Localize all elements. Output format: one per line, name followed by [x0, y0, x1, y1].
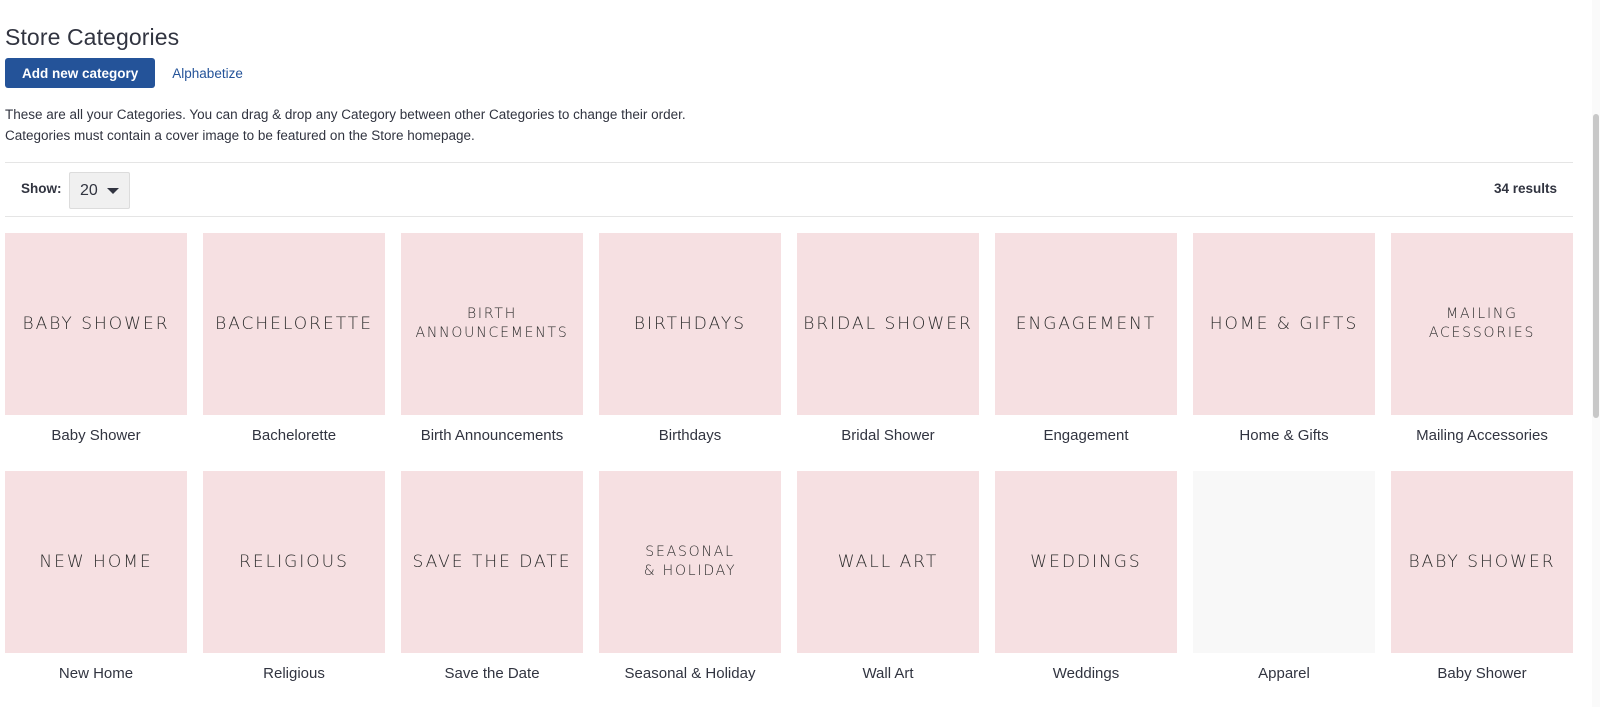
category-cover-text: BABY SHOWER	[1408, 551, 1556, 572]
category-card[interactable]: Apparel	[1193, 471, 1375, 682]
category-name[interactable]: Seasonal & Holiday	[599, 665, 781, 682]
category-name[interactable]: New Home	[5, 665, 187, 682]
category-name[interactable]: Mailing Accessories	[1391, 427, 1573, 444]
category-name[interactable]: Save the Date	[401, 665, 583, 682]
category-name[interactable]: Birthdays	[599, 427, 781, 444]
results-count: 34 results	[1493, 181, 1557, 196]
category-cover-text: BABY SHOWER	[22, 313, 170, 334]
category-cover-text: BIRTHDAYS	[633, 313, 747, 334]
category-cover-image[interactable]: BRIDAL SHOWER	[797, 233, 979, 415]
category-cover-image[interactable]: RELIGIOUS	[203, 471, 385, 653]
category-cover-image[interactable]: BIRTHDAYS	[599, 233, 781, 415]
store-categories-page: Store Categories Add new category Alphab…	[0, 0, 1600, 707]
show-label: Show:	[21, 181, 62, 196]
category-cover-text: RELIGIOUS	[239, 551, 349, 572]
category-cover-image[interactable]: BIRTH ANNOUNCEMENTS	[401, 233, 583, 415]
category-cover-image[interactable]: WEDDINGS	[995, 471, 1177, 653]
category-cover-text: SAVE THE DATE	[412, 551, 572, 572]
add-new-category-button[interactable]: Add new category	[5, 58, 156, 88]
page-size-value: 20	[80, 181, 98, 199]
category-card[interactable]: HOME & GIFTS Home & Gifts	[1193, 233, 1375, 444]
category-cover-image[interactable]: BABY SHOWER	[5, 233, 187, 415]
list-toolbar: Show: 20 34 results	[5, 162, 1573, 217]
category-cover-image[interactable]: BACHELORETTE	[203, 233, 385, 415]
category-name[interactable]: Religious	[203, 665, 385, 682]
category-name[interactable]: Birth Announcements	[401, 427, 583, 444]
category-cover-image[interactable]: SEASONAL & HOLIDAY	[599, 471, 781, 653]
instructions-line-2: Categories must contain a cover image to…	[5, 128, 475, 143]
category-name[interactable]: Baby Shower	[5, 427, 187, 444]
category-card[interactable]: BIRTHDAYS Birthdays	[599, 233, 781, 444]
alphabetize-link[interactable]: Alphabetize	[172, 66, 243, 81]
instructions-text: These are all your Categories. You can d…	[5, 104, 686, 146]
category-card[interactable]: SEASONAL & HOLIDAY Seasonal & Holiday	[599, 471, 781, 682]
category-cover-text: NEW HOME	[39, 551, 153, 572]
category-card[interactable]: MAILING ACESSORIES Mailing Accessories	[1391, 233, 1573, 444]
category-card[interactable]: ENGAGEMENT Engagement	[995, 233, 1177, 444]
category-card[interactable]: SAVE THE DATE Save the Date	[401, 471, 583, 682]
category-card[interactable]: NEW HOME New Home	[5, 471, 187, 682]
header-actions: Add new category Alphabetize	[5, 58, 243, 88]
category-cover-text: BIRTH ANNOUNCEMENTS	[415, 306, 569, 341]
category-cover-image[interactable]: HOME & GIFTS	[1193, 233, 1375, 415]
category-cover-image[interactable]: BABY SHOWER	[1391, 471, 1573, 653]
category-card[interactable]: BABY SHOWER Baby Shower	[5, 233, 187, 444]
category-name[interactable]: Wall Art	[797, 665, 979, 682]
category-cover-text: WALL ART	[837, 551, 939, 572]
category-cover-image[interactable]: MAILING ACESSORIES	[1391, 233, 1573, 415]
category-card[interactable]: BIRTH ANNOUNCEMENTS Birth Announcements	[401, 233, 583, 444]
category-name[interactable]: Engagement	[995, 427, 1177, 444]
caret-down-icon	[106, 187, 119, 194]
category-cover-image[interactable]: ENGAGEMENT	[995, 233, 1177, 415]
category-cover-text: SEASONAL & HOLIDAY	[643, 544, 737, 579]
page-scrollbar[interactable]	[1592, 0, 1600, 707]
category-cover-image[interactable]	[1193, 471, 1375, 653]
category-cover-text: BACHELORETTE	[215, 313, 373, 334]
category-cover-text: ENGAGEMENT	[1015, 313, 1157, 334]
scrollbar-thumb[interactable]	[1593, 114, 1599, 418]
category-cover-image[interactable]: NEW HOME	[5, 471, 187, 653]
category-cover-text: MAILING ACESSORIES	[1428, 306, 1536, 341]
category-name[interactable]: Weddings	[995, 665, 1177, 682]
page-size-select[interactable]: 20	[69, 172, 130, 209]
category-card[interactable]: BACHELORETTE Bachelorette	[203, 233, 385, 444]
category-cover-image[interactable]: WALL ART	[797, 471, 979, 653]
category-card[interactable]: BRIDAL SHOWER Bridal Shower	[797, 233, 979, 444]
category-name[interactable]: Bachelorette	[203, 427, 385, 444]
category-name[interactable]: Baby Shower	[1391, 665, 1573, 682]
page-title: Store Categories	[5, 24, 180, 50]
instructions-line-1: These are all your Categories. You can d…	[5, 107, 686, 122]
category-name[interactable]: Home & Gifts	[1193, 427, 1375, 444]
category-card[interactable]: RELIGIOUS Religious	[203, 471, 385, 682]
category-cover-text: BRIDAL SHOWER	[803, 313, 973, 334]
category-card[interactable]: WALL ART Wall Art	[797, 471, 979, 682]
category-card[interactable]: BABY SHOWER Baby Shower	[1391, 471, 1573, 682]
category-name[interactable]: Apparel	[1193, 665, 1375, 682]
category-cover-text: HOME & GIFTS	[1209, 313, 1359, 334]
category-cover-text: WEDDINGS	[1030, 551, 1142, 572]
category-name[interactable]: Bridal Shower	[797, 427, 979, 444]
category-cover-image[interactable]: SAVE THE DATE	[401, 471, 583, 653]
category-card[interactable]: WEDDINGS Weddings	[995, 471, 1177, 682]
